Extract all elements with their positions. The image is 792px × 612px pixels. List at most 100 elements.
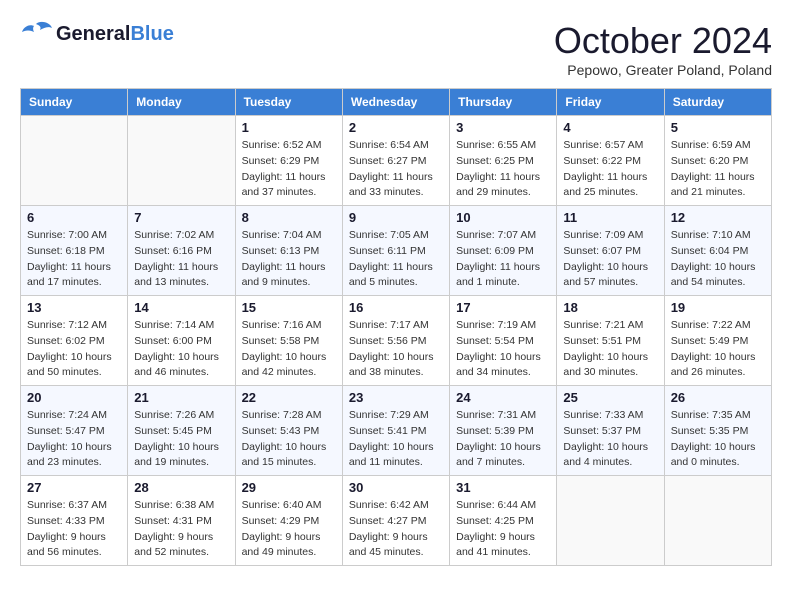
day-info: Sunrise: 7:29 AMSunset: 5:41 PMDaylight:… <box>349 408 443 471</box>
day-number: 12 <box>671 210 765 225</box>
day-number: 14 <box>134 300 228 315</box>
calendar-cell: 11 Sunrise: 7:09 AMSunset: 6:07 PMDayligh… <box>557 206 664 296</box>
calendar-cell: 24 Sunrise: 7:31 AMSunset: 5:39 PMDayligh… <box>450 386 557 476</box>
calendar-cell: 23 Sunrise: 7:29 AMSunset: 5:41 PMDayligh… <box>342 386 449 476</box>
calendar-cell: 25 Sunrise: 7:33 AMSunset: 5:37 PMDayligh… <box>557 386 664 476</box>
day-number: 28 <box>134 480 228 495</box>
day-number: 13 <box>27 300 121 315</box>
day-number: 20 <box>27 390 121 405</box>
day-of-week-header: Wednesday <box>342 89 449 116</box>
calendar-cell: 21 Sunrise: 7:26 AMSunset: 5:45 PMDayligh… <box>128 386 235 476</box>
day-number: 9 <box>349 210 443 225</box>
calendar-cell: 5 Sunrise: 6:59 AMSunset: 6:20 PMDaylight… <box>664 116 771 206</box>
calendar-cell: 1 Sunrise: 6:52 AMSunset: 6:29 PMDaylight… <box>235 116 342 206</box>
day-info: Sunrise: 7:04 AMSunset: 6:13 PMDaylight:… <box>242 228 336 291</box>
day-number: 4 <box>563 120 657 135</box>
day-info: Sunrise: 7:21 AMSunset: 5:51 PMDaylight:… <box>563 318 657 381</box>
calendar-cell: 19 Sunrise: 7:22 AMSunset: 5:49 PMDayligh… <box>664 296 771 386</box>
calendar-cell: 28 Sunrise: 6:38 AMSunset: 4:31 PMDayligh… <box>128 476 235 566</box>
calendar-header-row: SundayMondayTuesdayWednesdayThursdayFrid… <box>21 89 772 116</box>
day-of-week-header: Thursday <box>450 89 557 116</box>
day-info: Sunrise: 7:35 AMSunset: 5:35 PMDaylight:… <box>671 408 765 471</box>
day-info: Sunrise: 7:33 AMSunset: 5:37 PMDaylight:… <box>563 408 657 471</box>
calendar-week-row: 27Sunrise: 6:37 AMSunset: 4:33 PMDayligh… <box>21 476 772 566</box>
day-info: Sunrise: 7:26 AMSunset: 5:45 PMDaylight:… <box>134 408 228 471</box>
day-of-week-header: Sunday <box>21 89 128 116</box>
calendar-cell: 18 Sunrise: 7:21 AMSunset: 5:51 PMDayligh… <box>557 296 664 386</box>
day-number: 15 <box>242 300 336 315</box>
calendar-cell <box>21 116 128 206</box>
day-number: 10 <box>456 210 550 225</box>
calendar-week-row: 1 Sunrise: 6:52 AMSunset: 6:29 PMDaylight… <box>21 116 772 206</box>
day-info: Sunrise: 6:52 AMSunset: 6:29 PMDaylight:… <box>242 138 336 201</box>
logo: GeneralBlue <box>20 20 174 48</box>
calendar-cell: 12 Sunrise: 7:10 AMSunset: 6:04 PMDayligh… <box>664 206 771 296</box>
calendar-cell: 8Sunrise: 7:04 AMSunset: 6:13 PMDaylight… <box>235 206 342 296</box>
calendar-cell: 27Sunrise: 6:37 AMSunset: 4:33 PMDayligh… <box>21 476 128 566</box>
calendar-cell: 9 Sunrise: 7:05 AMSunset: 6:11 PMDaylight… <box>342 206 449 296</box>
day-number: 1 <box>242 120 336 135</box>
month-title: October 2024 <box>554 20 772 62</box>
day-info: Sunrise: 7:24 AMSunset: 5:47 PMDaylight:… <box>27 408 121 471</box>
day-info: Sunrise: 7:02 AMSunset: 6:16 PMDaylight:… <box>134 228 228 291</box>
day-number: 3 <box>456 120 550 135</box>
day-info: Sunrise: 6:55 AMSunset: 6:25 PMDaylight:… <box>456 138 550 201</box>
day-number: 26 <box>671 390 765 405</box>
calendar-cell: 15 Sunrise: 7:16 AMSunset: 5:58 PMDayligh… <box>235 296 342 386</box>
day-number: 6 <box>27 210 121 225</box>
day-info: Sunrise: 7:17 AMSunset: 5:56 PMDaylight:… <box>349 318 443 381</box>
day-number: 11 <box>563 210 657 225</box>
day-info: Sunrise: 7:22 AMSunset: 5:49 PMDaylight:… <box>671 318 765 381</box>
logo-general: General <box>56 23 130 45</box>
calendar-cell: 7 Sunrise: 7:02 AMSunset: 6:16 PMDaylight… <box>128 206 235 296</box>
day-info: Sunrise: 6:40 AMSunset: 4:29 PMDaylight:… <box>242 498 336 561</box>
day-number: 21 <box>134 390 228 405</box>
calendar-cell: 4Sunrise: 6:57 AMSunset: 6:22 PMDaylight… <box>557 116 664 206</box>
calendar-cell: 14Sunrise: 7:14 AMSunset: 6:00 PMDayligh… <box>128 296 235 386</box>
calendar-cell: 16Sunrise: 7:17 AMSunset: 5:56 PMDayligh… <box>342 296 449 386</box>
page-header: GeneralBlue October 2024 Pepowo, Greater… <box>20 20 772 78</box>
day-number: 24 <box>456 390 550 405</box>
day-number: 30 <box>349 480 443 495</box>
calendar-cell: 6 Sunrise: 7:00 AMSunset: 6:18 PMDaylight… <box>21 206 128 296</box>
day-number: 25 <box>563 390 657 405</box>
day-number: 5 <box>671 120 765 135</box>
calendar-cell: 29Sunrise: 6:40 AMSunset: 4:29 PMDayligh… <box>235 476 342 566</box>
day-of-week-header: Tuesday <box>235 89 342 116</box>
day-number: 23 <box>349 390 443 405</box>
calendar-cell: 17Sunrise: 7:19 AMSunset: 5:54 PMDayligh… <box>450 296 557 386</box>
title-block: October 2024 Pepowo, Greater Poland, Pol… <box>554 20 772 78</box>
day-number: 31 <box>456 480 550 495</box>
calendar-cell: 26 Sunrise: 7:35 AMSunset: 5:35 PMDayligh… <box>664 386 771 476</box>
day-number: 19 <box>671 300 765 315</box>
day-info: Sunrise: 6:59 AMSunset: 6:20 PMDaylight:… <box>671 138 765 201</box>
calendar-cell <box>557 476 664 566</box>
day-info: Sunrise: 7:05 AMSunset: 6:11 PMDaylight:… <box>349 228 443 291</box>
day-number: 22 <box>242 390 336 405</box>
day-info: Sunrise: 7:00 AMSunset: 6:18 PMDaylight:… <box>27 228 121 291</box>
day-info: Sunrise: 7:16 AMSunset: 5:58 PMDaylight:… <box>242 318 336 381</box>
calendar-cell: 10 Sunrise: 7:07 AMSunset: 6:09 PMDayligh… <box>450 206 557 296</box>
day-info: Sunrise: 6:54 AMSunset: 6:27 PMDaylight:… <box>349 138 443 201</box>
day-number: 7 <box>134 210 228 225</box>
logo-bird-icon <box>20 20 52 48</box>
day-number: 2 <box>349 120 443 135</box>
day-info: Sunrise: 7:31 AMSunset: 5:39 PMDaylight:… <box>456 408 550 471</box>
calendar-cell: 30Sunrise: 6:42 AMSunset: 4:27 PMDayligh… <box>342 476 449 566</box>
calendar-cell <box>128 116 235 206</box>
day-info: Sunrise: 7:10 AMSunset: 6:04 PMDaylight:… <box>671 228 765 291</box>
day-info: Sunrise: 6:38 AMSunset: 4:31 PMDaylight:… <box>134 498 228 561</box>
day-info: Sunrise: 7:12 AMSunset: 6:02 PMDaylight:… <box>27 318 121 381</box>
calendar-cell <box>664 476 771 566</box>
calendar-cell: 22Sunrise: 7:28 AMSunset: 5:43 PMDayligh… <box>235 386 342 476</box>
day-info: Sunrise: 6:37 AMSunset: 4:33 PMDaylight:… <box>27 498 121 561</box>
day-of-week-header: Saturday <box>664 89 771 116</box>
day-number: 18 <box>563 300 657 315</box>
day-info: Sunrise: 7:09 AMSunset: 6:07 PMDaylight:… <box>563 228 657 291</box>
calendar-week-row: 6 Sunrise: 7:00 AMSunset: 6:18 PMDaylight… <box>21 206 772 296</box>
day-info: Sunrise: 7:07 AMSunset: 6:09 PMDaylight:… <box>456 228 550 291</box>
logo-blue: Blue <box>130 23 173 45</box>
location-subtitle: Pepowo, Greater Poland, Poland <box>554 62 772 78</box>
day-info: Sunrise: 6:44 AMSunset: 4:25 PMDaylight:… <box>456 498 550 561</box>
day-number: 17 <box>456 300 550 315</box>
